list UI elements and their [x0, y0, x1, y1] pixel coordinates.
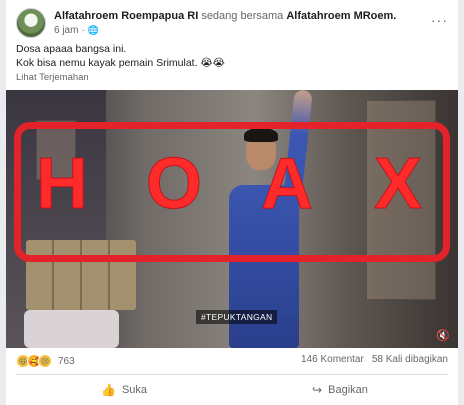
globe-icon: 🌐: [87, 25, 100, 35]
like-label: Suka: [121, 384, 148, 396]
comment-count[interactable]: 146 Komentar: [301, 354, 364, 365]
post-time[interactable]: 6 jam: [54, 25, 78, 36]
meta-separator: ·: [81, 25, 85, 36]
share-button[interactable]: ↪ Bagikan: [232, 378, 448, 402]
with-text: sedang bersama: [201, 10, 284, 22]
like-icon: 👍: [100, 383, 116, 397]
volume-icon[interactable]: 🔇: [436, 329, 450, 342]
hoax-letter-x: X: [373, 144, 423, 224]
post-video[interactable]: H O A X #TEPUKTANGAN 🔇: [6, 90, 458, 348]
post-text: Dosa apaaa bangsa ini. Kok bisa nemu kay…: [16, 42, 225, 70]
tagged-name[interactable]: Alfatahroem MRoem.: [286, 10, 396, 22]
post-actions: 👍 Suka ↪ Bagikan: [16, 378, 448, 402]
share-label: Bagikan: [328, 384, 368, 396]
actions-divider: [16, 374, 448, 375]
sad-reaction-icon: 😢: [38, 354, 52, 368]
pillow: [24, 310, 119, 348]
post-head-line: Alfatahroem Roempapua RI sedang bersama …: [54, 10, 396, 22]
post-meta: 6 jam · 🌐: [54, 25, 99, 36]
post-card: Alfatahroem Roempapua RI sedang bersama …: [6, 0, 458, 405]
share-count[interactable]: 58 Kali dibagikan: [372, 354, 448, 365]
share-icon: ↪: [312, 383, 323, 397]
author-name[interactable]: Alfatahroem Roempapua RI: [54, 10, 198, 22]
video-hashtag: #TEPUKTANGAN: [196, 310, 278, 324]
hoax-letter-o: O: [145, 144, 203, 224]
more-options-icon[interactable]: ···: [431, 12, 448, 28]
author-avatar[interactable]: [16, 8, 46, 38]
post-header: Alfatahroem Roempapua RI sedang bersama …: [16, 8, 448, 38]
reaction-count: 763: [58, 355, 75, 367]
post-stats: 😆 🥰 😢 763 146 Komentar 58 Kali dibagikan: [16, 354, 448, 370]
like-button[interactable]: 👍 Suka: [16, 378, 232, 402]
hoax-letter-h: H: [36, 144, 89, 224]
engagement-counts: 146 Komentar 58 Kali dibagikan: [301, 354, 448, 365]
hoax-letter-a: A: [261, 144, 314, 224]
reactions-summary[interactable]: 😆 🥰 😢 763: [16, 354, 75, 368]
post-text-line-2: Kok bisa nemu kayak pemain Srimulat. 😭😭: [16, 57, 225, 69]
post-text-line-1: Dosa apaaa bangsa ini.: [16, 43, 127, 55]
see-translation-link[interactable]: Lihat Terjemahan: [16, 72, 89, 83]
